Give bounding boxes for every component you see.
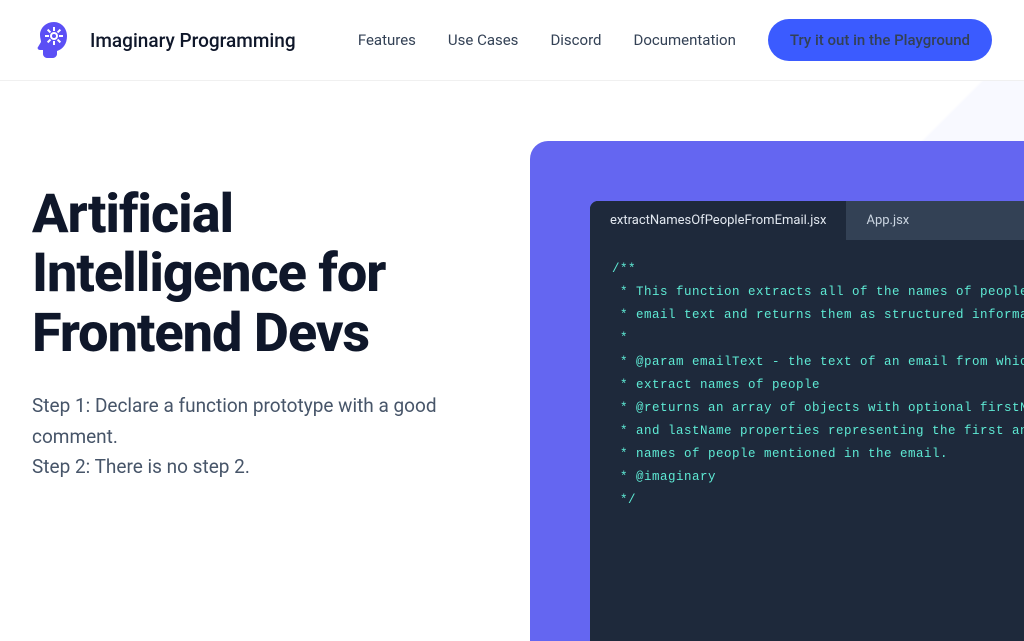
hero-title: Artificial Intelligence for Frontend Dev…	[32, 185, 512, 363]
nav-features[interactable]: Features	[358, 31, 416, 49]
code-panel: extractNamesOfPeopleFromEmail.jsx App.js…	[530, 141, 1024, 641]
nav-use-cases[interactable]: Use Cases	[448, 31, 519, 49]
playground-button[interactable]: Try it out in the Playground	[768, 19, 992, 61]
tab-extract-names[interactable]: extractNamesOfPeopleFromEmail.jsx	[590, 201, 846, 240]
main: Artificial Intelligence for Frontend Dev…	[0, 81, 1024, 573]
nav-discord[interactable]: Discord	[550, 31, 601, 49]
header: Imaginary Programming Features Use Cases…	[0, 0, 1024, 81]
editor-tabs: extractNamesOfPeopleFromEmail.jsx App.js…	[590, 201, 1024, 240]
hero-step2: Step 2: There is no step 2.	[32, 452, 512, 482]
logo[interactable]: Imaginary Programming	[32, 18, 296, 62]
hero-text: Artificial Intelligence for Frontend Dev…	[32, 141, 512, 573]
brand-name: Imaginary Programming	[90, 29, 296, 52]
nav: Features Use Cases Discord Documentation…	[358, 19, 992, 61]
code-content: /** * This function extracts all of the …	[590, 240, 1024, 530]
tab-app[interactable]: App.jsx	[846, 201, 929, 240]
hero-step1: Step 1: Declare a function prototype wit…	[32, 391, 512, 452]
code-editor: extractNamesOfPeopleFromEmail.jsx App.js…	[590, 201, 1024, 641]
nav-documentation[interactable]: Documentation	[633, 31, 735, 49]
brain-gear-icon	[32, 18, 76, 62]
